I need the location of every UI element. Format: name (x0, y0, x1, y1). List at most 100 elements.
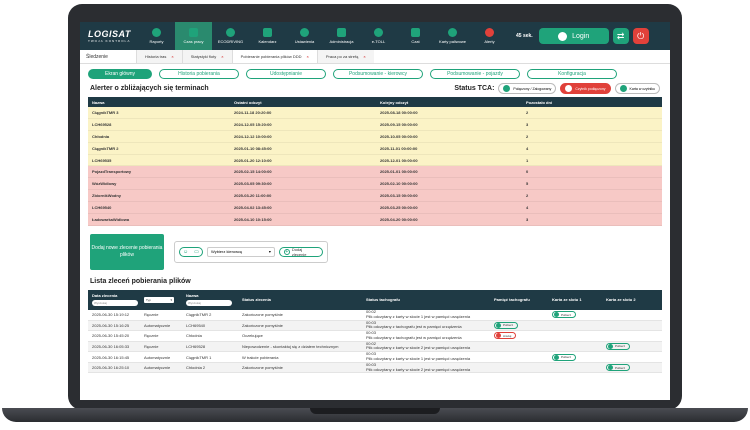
top-navigation: LOGISAT TWOJA KONTROLA Raporty Czas pracy E… (80, 22, 670, 50)
column-name[interactable]: Nazwa Wyszukaj (186, 290, 242, 310)
column-header[interactable]: Ostatni odczyt (234, 100, 380, 105)
download-button[interactable]: Pobierz (552, 353, 577, 361)
subtab-configuration[interactable]: Konfiguracja (527, 69, 617, 79)
name-filter-input[interactable]: Wyszukaj (186, 300, 232, 307)
nav-item-0[interactable]: Raporty (138, 22, 175, 50)
add-order-submit-button[interactable]: + Dodaj zlecenie (278, 246, 323, 257)
nav-item-3[interactable]: Kalendarz (249, 22, 286, 50)
nav-item-7[interactable]: Czat (397, 22, 434, 50)
nav-item-9[interactable]: Alerty (471, 22, 508, 50)
table-row[interactable]: LCH69535 2025-01-20 12:10:00 2025-12-01 00… (88, 154, 662, 167)
nav-item-1[interactable]: Czas pracy (175, 22, 212, 50)
breadcrumb-home[interactable]: Śledzenie (80, 54, 136, 60)
swap-icon[interactable]: ⇄ (612, 28, 629, 44)
column-tacho-memory[interactable]: Pamięć tachografu (494, 290, 552, 310)
column-tacho-status[interactable]: Status tachografu (366, 290, 494, 310)
add-order-button[interactable]: Dodaj nowe zlecenie pobierania plików (90, 233, 164, 270)
subtab-drivers-summary[interactable]: Podsumowanie - kierowcy (333, 69, 423, 79)
table-cell: 5 (526, 181, 529, 187)
tab-label: Statystyki floty (190, 54, 217, 59)
table-cell: 3 (526, 121, 529, 127)
table-row[interactable]: LCH69528 2024-12-05 15:20:00 2025-09-15 00… (88, 118, 662, 131)
type-filter-select[interactable]: Typ ▾ (144, 296, 174, 303)
orders-table-body: 2025-06-30 15:19:12 Ręcznie CiągnikTMR 2 Za… (88, 309, 662, 374)
download-button[interactable]: Pobierz (606, 364, 631, 372)
subtab-sharing[interactable]: Udostępnianie (246, 69, 326, 79)
tca-status-label: Status TCA: (454, 85, 495, 92)
alert-bell-icon (485, 28, 494, 37)
download-button[interactable]: Pobierz (606, 342, 631, 350)
column-header[interactable]: Pozostało dni (526, 100, 662, 105)
nav-item-2[interactable]: ECODRIVING (212, 22, 249, 50)
table-row[interactable]: WózWidlowy 2025-03-05 09:30:00 2025-02-10 … (88, 178, 662, 191)
download-button[interactable]: Pobierz (494, 321, 519, 329)
tab-statystyki-floty[interactable]: Statystyki floty × (181, 50, 232, 63)
button-label: Anuluj (503, 333, 512, 338)
close-icon[interactable]: × (171, 54, 173, 59)
truck-icon: ▭ (194, 248, 199, 255)
table-cell: 2025-01-20 12:10:00 (234, 157, 272, 163)
login-button[interactable]: Login (538, 28, 609, 44)
table-cell: 2025-06-30 16:15:45 (92, 354, 130, 360)
close-icon[interactable]: × (363, 54, 365, 59)
subtab-vehicles-summary[interactable]: Podsumowanie - pojazdy (430, 69, 520, 79)
table-row[interactable]: CiągnikTMR 3 2024-11-18 20:20:00 2025-08-1… (88, 107, 662, 119)
logo[interactable]: LOGISAT TWOJA KONTROLA (80, 29, 138, 43)
table-row[interactable]: Chłodnia 2024-12-12 10:00:00 2025-10-05 00… (88, 130, 662, 143)
nav-item-label: Czat (411, 39, 420, 44)
table-row[interactable]: ZbiornikWodny 2025-03-20 11:00:00 2025-03-… (88, 190, 662, 203)
tab-praca-poza-strefa[interactable]: Praca po za strefą × (316, 50, 374, 63)
tab-pobieranie-ddd[interactable]: Pobieranie pobierania plików DDD × (231, 50, 317, 63)
nav-item-8[interactable]: Karty paliwowe (434, 22, 471, 50)
date-filter-input[interactable]: Wyszukaj (92, 300, 138, 307)
close-icon[interactable]: × (221, 54, 223, 59)
table-cell: 3 (526, 216, 529, 222)
cancel-button[interactable]: Anuluj (494, 332, 517, 340)
alerts-table-body: CiągnikTMR 3 2024-11-18 20:20:00 2025-08-1… (88, 107, 662, 226)
table-cell: LCH69535 (92, 157, 112, 163)
subtab-main[interactable]: Ekran główny (88, 69, 152, 79)
session-timer: 45 sek. (516, 33, 533, 39)
chevron-down-icon: ▾ (170, 297, 172, 302)
table-cell: 2025-03-20 11:00:00 (234, 193, 272, 199)
column-header[interactable]: Kolejny odczyt (380, 100, 526, 105)
nav-item-6[interactable]: e-TOLL (360, 22, 397, 50)
power-icon[interactable]: ⏻ (632, 28, 649, 44)
close-icon[interactable]: × (307, 54, 309, 59)
driver-select[interactable]: Wybierz kierowcę ▾ (206, 246, 275, 257)
subtab-history[interactable]: Historia pobierania (159, 69, 239, 79)
column-date[interactable]: Data zlecenia Wyszukaj (88, 290, 144, 310)
table-row[interactable]: 2025-06-30 16:25:10 Automatycznie Chłodnia… (88, 362, 662, 374)
tab-historia-tras[interactable]: Historia tras × (136, 50, 182, 63)
column-slot1[interactable]: Karta ze slotu 1 (552, 290, 606, 310)
table-row[interactable]: CiągnikTMR 2 2025-01-10 08:45:00 2025-11-0… (88, 142, 662, 155)
column-status[interactable]: Status zlecenia (242, 290, 366, 310)
nav-item-4[interactable]: Ustawienia (286, 22, 323, 50)
table-row[interactable]: 2025-06-30 15:19:12 Ręcznie CiągnikTMR 2 Za… (88, 309, 662, 321)
table-cell: 2025-01-10 08:45:00 (234, 145, 272, 151)
nav-item-5[interactable]: Administracja (323, 22, 360, 50)
download-button[interactable]: Pobierz (552, 311, 577, 319)
screen: LOGISAT TWOJA KONTROLA Raporty Czas pracy E… (80, 22, 670, 400)
table-cell: 2 (526, 109, 529, 115)
table-row[interactable]: PojazdTransportowy 2025-02-15 14:00:00 202… (88, 166, 662, 179)
nav-item-label: ECODRIVING (217, 39, 244, 44)
table-row[interactable]: ŁadowarkaWidlowa 2025-04-10 10:15:00 2025-… (88, 214, 662, 226)
table-cell: 2024-12-12 10:00:00 (234, 133, 272, 139)
table-cell: 2025-06-30 16:25:10 (92, 365, 130, 371)
tab-label: Historia tras (145, 54, 167, 59)
table-cell: Zakończone pomyślnie (242, 365, 283, 371)
slot2-cell: Pobierz (606, 364, 662, 372)
nav-item-label: Karty paliwowe (439, 39, 466, 44)
cancel-icon (496, 333, 501, 339)
driver-vehicle-toggle[interactable]: ☺ ▭ (179, 246, 203, 257)
table-cell: Niepowodzenie - skontaktuj się z działem… (242, 343, 339, 349)
column-type[interactable]: Typ ▾ (144, 290, 186, 310)
alerter-title: Alerter o zbliżających się terminach (90, 85, 209, 92)
column-header[interactable]: Nazwa (88, 100, 234, 105)
column-header-label: Pamięć tachografu (494, 297, 530, 303)
column-slot2[interactable]: Karta ze slotu 2 (606, 290, 662, 310)
table-row[interactable]: LCH69540 2025-04-02 13:45:00 2025-03-25 00… (88, 202, 662, 215)
column-header-label: Data zlecenia (92, 293, 118, 299)
table-cell: 2025-11-01 00:00:00 (380, 145, 418, 151)
